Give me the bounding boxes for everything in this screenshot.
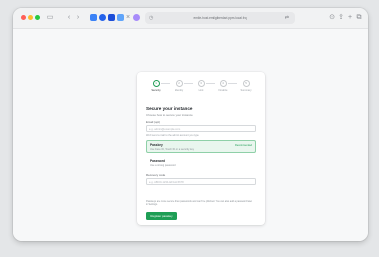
download-icon[interactable]: ⊙ — [329, 13, 335, 22]
address-bar[interactable]: ◷ emile-host.emilgiberdari.ppm.local.frq… — [145, 12, 295, 24]
step-summary[interactable]: 5 Summary — [235, 80, 257, 92]
address-text: emile-host.emilgiberdari.ppm.local.frq — [193, 16, 247, 20]
tab-overview-icon[interactable]: ⧉ — [356, 13, 362, 22]
option-description: Use Face ID, Touch ID or a security key — [150, 148, 194, 151]
step-link[interactable]: 3 Link — [190, 80, 212, 92]
step-label: Link — [198, 88, 204, 92]
step-label: Summary — [240, 88, 252, 92]
tab-favicon-icon[interactable] — [133, 14, 140, 21]
back-icon[interactable]: ‹ — [66, 13, 72, 22]
step-security[interactable]: 1 Security — [145, 80, 167, 92]
register-passkey-button[interactable]: Register passkey — [146, 212, 177, 220]
step-finalize[interactable]: 4 Finalize — [212, 80, 234, 92]
stepper: 1 Security 2 Identity 3 Link 4 Finalize — [145, 80, 257, 98]
translate-icon[interactable]: ⇄ — [285, 12, 289, 24]
page-subtitle: Choose how to secure your instance — [146, 113, 193, 117]
email-field[interactable]: e.g. admin@example.com — [146, 125, 256, 132]
tab-favicon-icon[interactable] — [108, 14, 115, 21]
option-description: Use a strong password — [150, 164, 176, 167]
forward-icon[interactable]: › — [75, 13, 81, 22]
sidebar-icon[interactable]: ▭ — [45, 13, 55, 22]
option-passkey[interactable]: Passkey Recommended Use Face ID, Touch I… — [146, 140, 256, 153]
step-number: 2 — [175, 80, 183, 87]
browser-toolbar: ▭ ‹ › × ◷ emile-host.emilgiberdari.ppm.l… — [13, 8, 368, 29]
step-label: Finalize — [218, 88, 228, 92]
option-password[interactable]: Password Use a strong password — [146, 156, 256, 169]
step-label: Identity — [174, 88, 184, 92]
email-label: Email (opt) — [146, 120, 160, 124]
tab-favicon-icon[interactable] — [117, 14, 124, 21]
page-info-icon[interactable]: ◷ — [149, 12, 153, 24]
zoom-window-button[interactable] — [35, 15, 40, 20]
option-title: Password — [150, 159, 166, 163]
recommended-badge: Recommended — [235, 143, 252, 147]
step-identity[interactable]: 2 Identity — [168, 80, 190, 92]
new-tab-icon[interactable]: + — [347, 13, 353, 22]
page-content: 1 Security 2 Identity 3 Link 4 Finalize — [13, 29, 368, 241]
share-icon[interactable]: ⇪ — [338, 13, 344, 22]
page-title: Secure your instance — [146, 106, 193, 111]
recovery-field[interactable]: e.g. ABCD-1234-EFGH-5678 — [146, 178, 256, 185]
browser-window: ▭ ‹ › × ◷ emile-host.emilgiberdari.ppm.l… — [13, 8, 368, 241]
setup-card: 1 Security 2 Identity 3 Link 4 Finalize — [137, 72, 265, 225]
tab-close-icon[interactable]: × — [125, 13, 131, 22]
email-hint: We'll send a mail to the admin account y… — [146, 134, 199, 137]
recovery-label: Recovery code — [146, 173, 166, 177]
step-number: 3 — [197, 80, 205, 87]
tab-favicon-icon[interactable] — [90, 14, 97, 21]
minimize-window-button[interactable] — [28, 15, 33, 20]
step-label: Security — [151, 88, 161, 92]
step-number: 5 — [242, 80, 250, 87]
option-title: Passkey — [150, 143, 163, 147]
tab-favicon-icon[interactable] — [99, 14, 106, 21]
step-number: 1 — [152, 80, 160, 87]
close-window-button[interactable] — [21, 15, 26, 20]
passkey-description: Passkeys are more secure than passwords … — [146, 200, 253, 206]
step-number: 4 — [219, 80, 227, 87]
